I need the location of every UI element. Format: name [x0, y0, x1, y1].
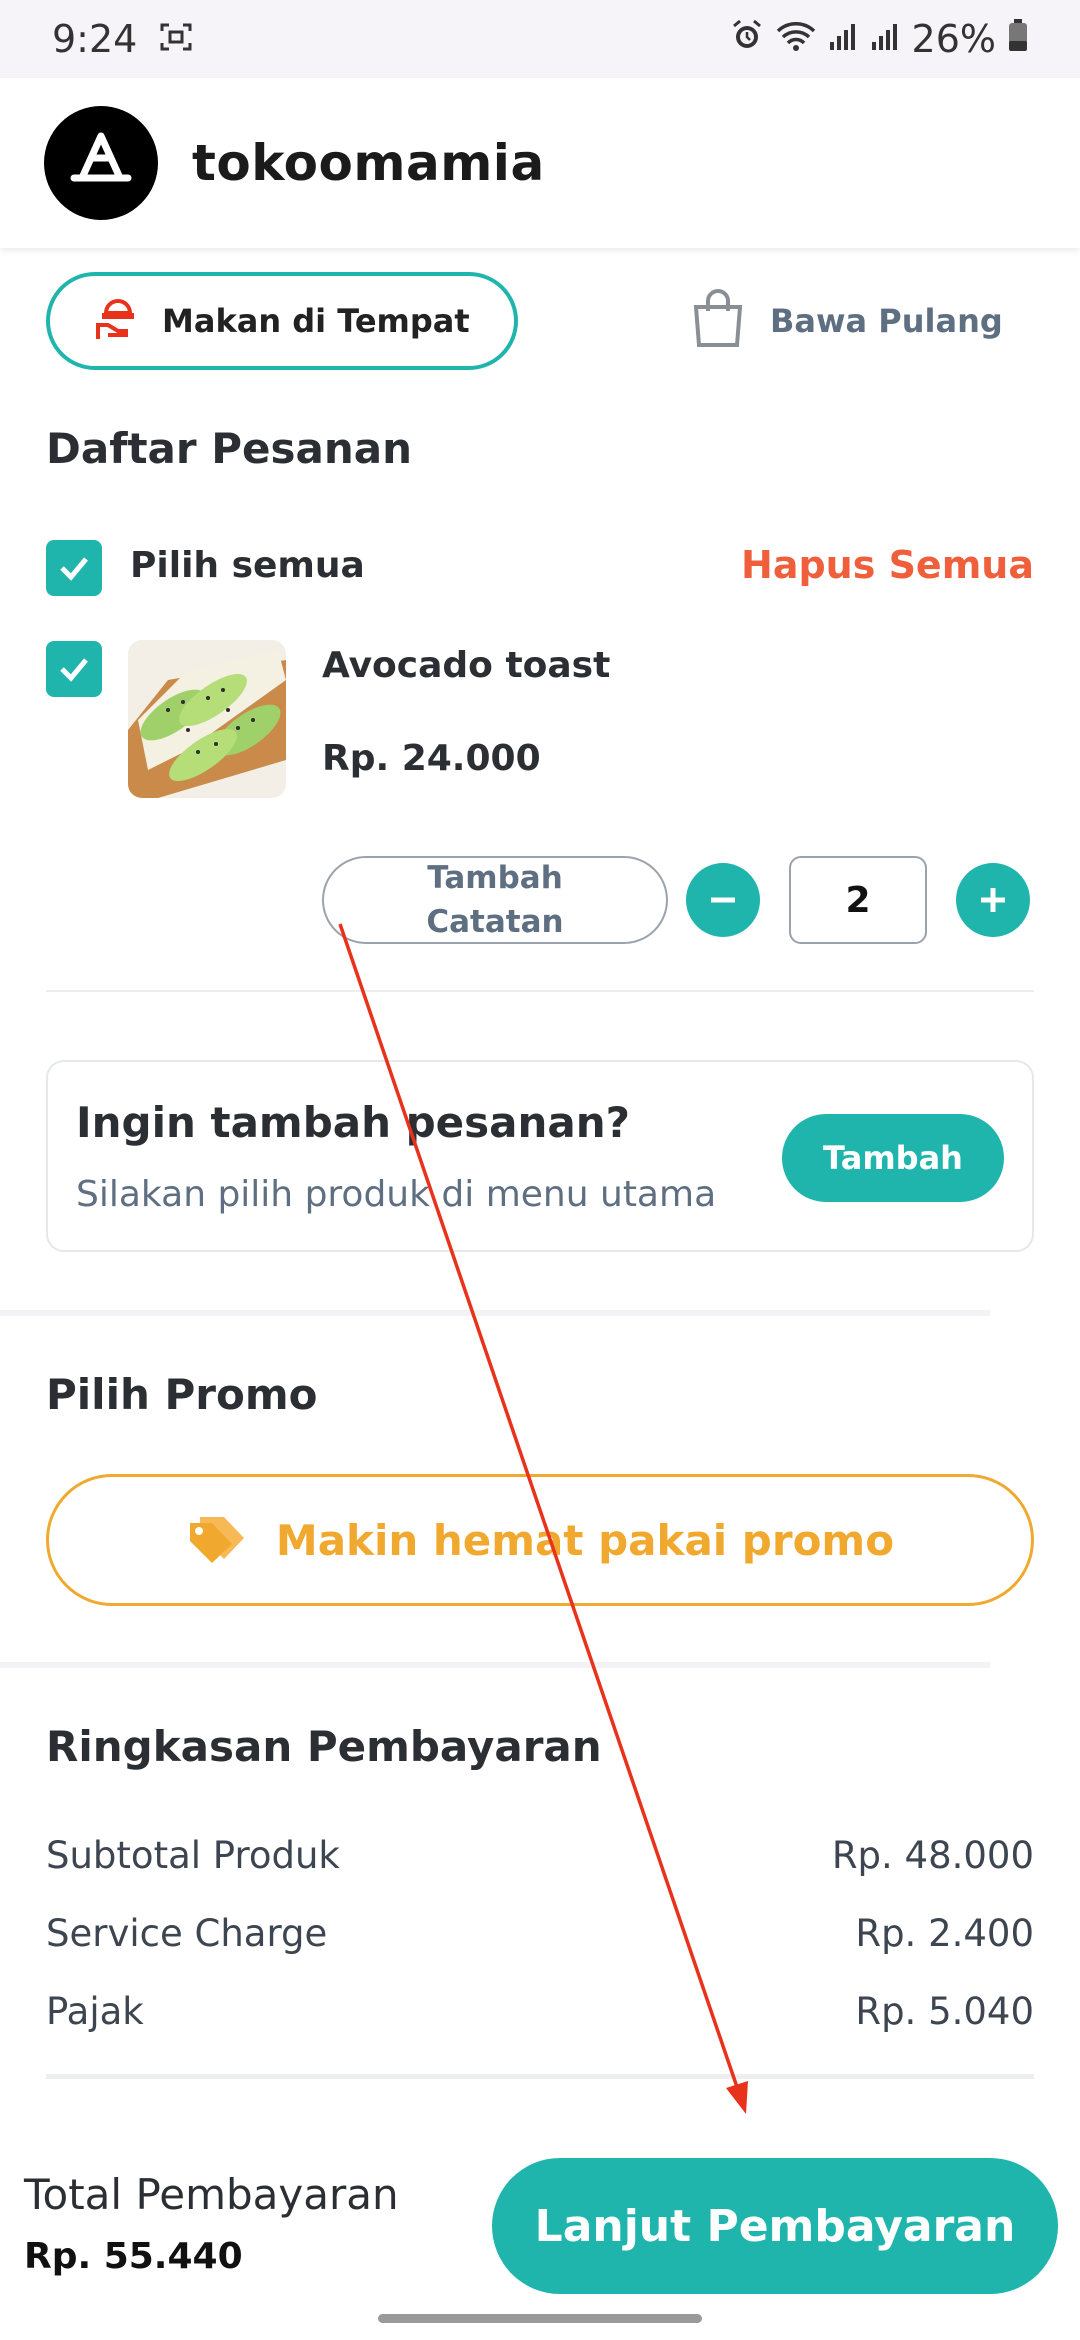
wifi-icon [776, 17, 816, 61]
minus-icon [711, 897, 735, 903]
add-order-title: Ingin tambah pesanan? [76, 1098, 631, 1147]
signal-icon [828, 17, 858, 61]
delete-all-button[interactable]: Hapus Semua [741, 543, 1034, 587]
item-checkbox[interactable] [46, 641, 102, 697]
select-all-checkbox[interactable] [46, 540, 102, 596]
summary-value: Rp. 2.400 [855, 1912, 1034, 1955]
add-note-label-line2: Catatan [426, 904, 564, 940]
summary-row-tax: Pajak Rp. 5.040 [46, 1990, 1034, 2033]
alarm-icon [730, 17, 764, 61]
decrease-quantity-button[interactable] [686, 863, 760, 937]
take-away-option[interactable]: Bawa Pulang [690, 286, 1003, 356]
status-bar: 9:24 26% [0, 0, 1080, 78]
add-note-label-line1: Tambah [427, 860, 563, 896]
product-name: Avocado toast [322, 645, 611, 686]
summary-value: Rp. 5.040 [855, 1990, 1034, 2033]
dine-in-icon [96, 295, 140, 347]
total-value: Rp. 55.440 [24, 2236, 243, 2277]
add-note-button[interactable]: Tambah Catatan [322, 856, 668, 944]
shopping-bag-icon [690, 289, 746, 353]
divider [46, 2074, 1034, 2079]
promo-title: Pilih Promo [46, 1370, 318, 1419]
battery-icon [1008, 17, 1028, 61]
checkmark-icon [60, 557, 88, 581]
promo-button[interactable]: Makin hemat pakai promo [46, 1474, 1034, 1606]
order-list-title: Daftar Pesanan [46, 424, 412, 473]
dine-in-option[interactable]: Makan di Tempat [46, 272, 518, 370]
take-away-label: Bawa Pulang [770, 302, 1003, 340]
section-separator [0, 1662, 990, 1668]
summary-label: Service Charge [46, 1912, 328, 1955]
quantity-field[interactable]: 2 [789, 856, 927, 944]
increase-quantity-button[interactable] [956, 863, 1030, 937]
signal-icon [870, 17, 900, 61]
divider [46, 990, 1034, 992]
battery-percent: 26% [911, 17, 996, 61]
promo-button-label: Makin hemat pakai promo [275, 1515, 895, 1565]
summary-label: Pajak [46, 1990, 144, 2033]
add-order-button[interactable]: Tambah [782, 1114, 1004, 1202]
status-time: 9:24 [52, 17, 138, 61]
select-all-label: Pilih semua [130, 545, 365, 586]
plus-icon [981, 888, 1005, 912]
summary-row-service-charge: Service Charge Rp. 2.400 [46, 1912, 1034, 1955]
add-order-card: Ingin tambah pesanan? Silakan pilih prod… [46, 1060, 1034, 1252]
brand-name: tokoomamia [192, 134, 545, 192]
total-label: Total Pembayaran [24, 2170, 399, 2219]
continue-payment-button[interactable]: Lanjut Pembayaran [492, 2158, 1058, 2294]
dine-in-label: Makan di Tempat [162, 302, 470, 340]
product-price: Rp. 24.000 [322, 738, 541, 779]
tag-icon [186, 1513, 248, 1567]
add-order-subtitle: Silakan pilih produk di menu utama [76, 1174, 717, 1215]
summary-row-subtotal: Subtotal Produk Rp. 48.000 [46, 1834, 1034, 1877]
home-indicator[interactable] [378, 2314, 702, 2323]
summary-value: Rp. 48.000 [831, 1834, 1034, 1877]
checkmark-icon [60, 658, 88, 682]
app-store-icon[interactable] [44, 106, 158, 220]
summary-label: Subtotal Produk [46, 1834, 340, 1877]
section-separator [0, 1310, 990, 1316]
app-header: tokoomamia [0, 78, 1080, 248]
screenshot-icon [159, 17, 193, 61]
product-image [128, 640, 286, 798]
summary-title: Ringkasan Pembayaran [46, 1722, 602, 1771]
